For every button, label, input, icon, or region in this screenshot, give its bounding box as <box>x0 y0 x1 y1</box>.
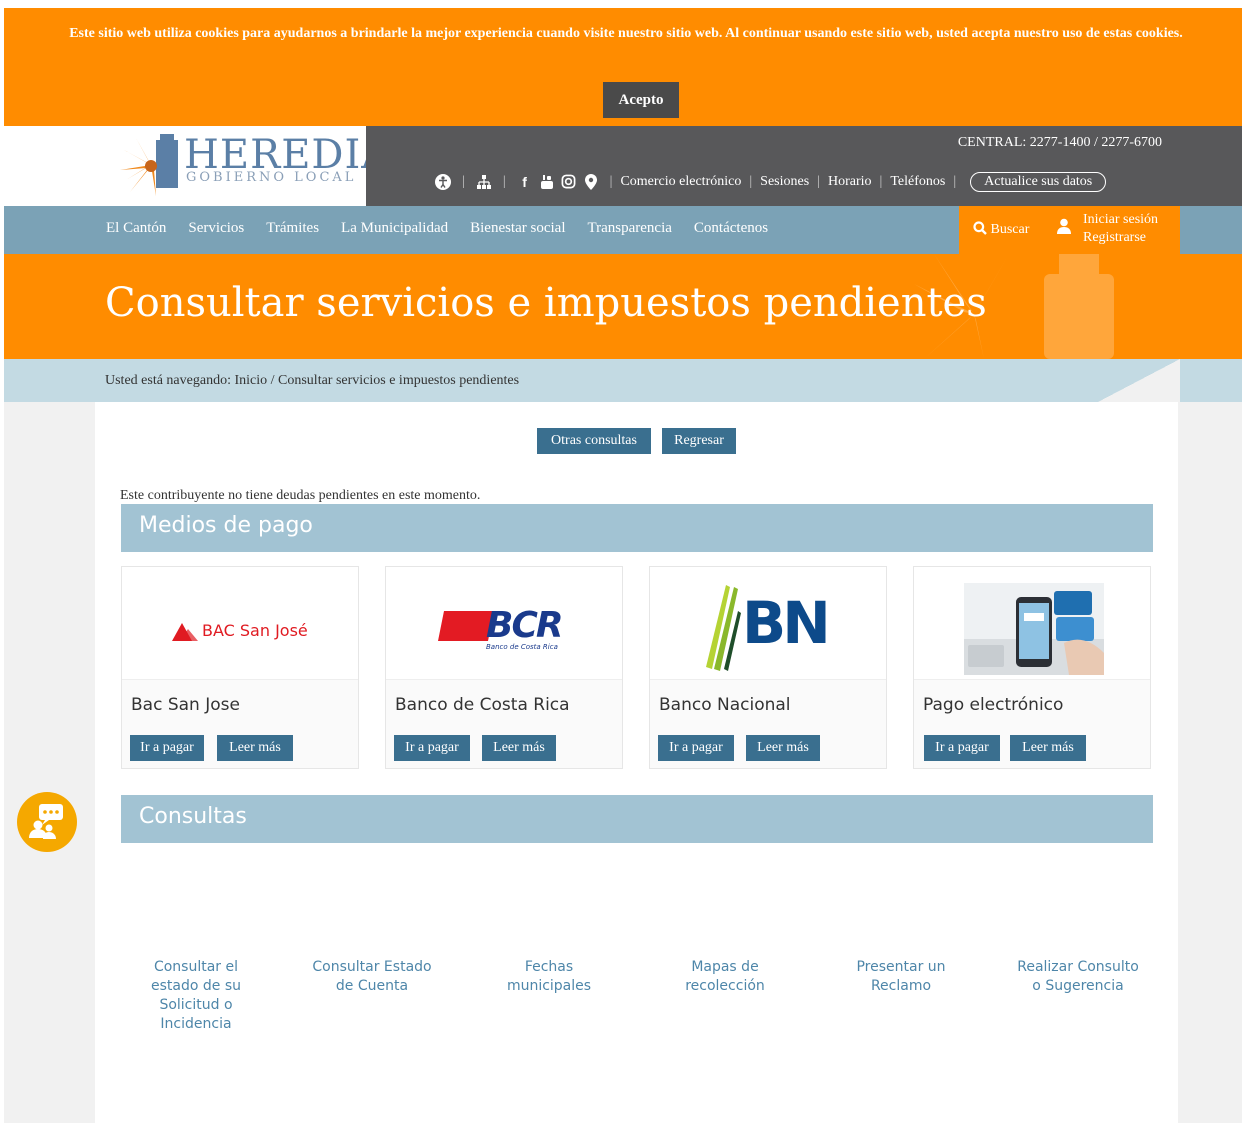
search-button[interactable]: Buscar <box>973 221 1029 238</box>
chat-support-icon <box>29 804 63 839</box>
cookie-banner: Este sitio web utiliza cookies para ayud… <box>4 8 1242 126</box>
divider: | <box>879 174 883 189</box>
site-logo[interactable]: HEREDIA GOBIERNO LOCAL <box>4 126 390 206</box>
card-name: Banco Nacional <box>659 695 791 715</box>
breadcrumb-separator: / <box>270 373 275 388</box>
card-name: Banco de Costa Rica <box>395 695 570 715</box>
electronic-payment-image <box>914 567 1150 680</box>
breadcrumb-current: Consultar servicios e impuestos pendient… <box>278 373 520 388</box>
header-bar: CENTRAL: 2277-1400 / 2277-6700 | | f | C… <box>366 126 1242 206</box>
divider: | <box>462 174 465 189</box>
instagram-icon[interactable] <box>561 174 577 190</box>
pay-button[interactable]: Ir a pagar <box>658 735 734 761</box>
nav-item-tramites[interactable]: Trámites <box>266 220 319 237</box>
link-comercio-electronico[interactable]: Comercio electrónico <box>620 174 741 190</box>
nav-item-el-canton[interactable]: El Cantón <box>106 220 166 237</box>
accessibility-icon[interactable] <box>435 174 451 190</box>
heredia-flower-icon <box>120 134 178 196</box>
nav-item-bienestar-social[interactable]: Bienestar social <box>470 220 565 237</box>
chat-button[interactable] <box>17 792 77 852</box>
facebook-icon[interactable]: f <box>517 174 533 190</box>
login-link[interactable]: Iniciar sesión <box>1083 211 1158 229</box>
youtube-icon[interactable] <box>539 174 555 190</box>
link-horario[interactable]: Horario <box>828 174 872 190</box>
bac-logo-text: BAC San José <box>202 621 308 640</box>
login-links: Iniciar sesión Registrarse <box>1083 211 1158 247</box>
pay-button[interactable]: Ir a pagar <box>924 735 1000 761</box>
link-sesiones[interactable]: Sesiones <box>760 174 809 190</box>
query-link-account-status[interactable]: Consultar Estado de Cuenta <box>307 958 437 996</box>
main-nav: El Cantón Servicios Trámites La Municipa… <box>4 206 1242 254</box>
search-label: Buscar <box>990 222 1030 237</box>
divider: | <box>953 174 957 189</box>
payment-section-title: Medios de pago <box>121 504 1153 552</box>
nav-item-la-municipalidad[interactable]: La Municipalidad <box>341 220 448 237</box>
bn-logo: BN <box>650 567 886 680</box>
bcr-logo-text: BCR <box>486 605 564 646</box>
nav-account-area: Buscar Iniciar sesión Registrarse <box>959 206 1180 254</box>
query-link-collection-maps[interactable]: Mapas de recolección <box>660 958 790 996</box>
bn-logo-text: BN <box>742 589 831 657</box>
divider: | <box>609 174 613 189</box>
pay-button[interactable]: Ir a pagar <box>130 735 204 761</box>
payment-card-bac: BAC San José Bac San Jose Ir a pagar Lee… <box>121 566 359 769</box>
breadcrumb-prefix: Usted está navegando: <box>105 373 231 388</box>
bn-mark-icon <box>706 585 741 671</box>
divider: | <box>817 174 820 189</box>
page-title: Consultar servicios e impuestos pendient… <box>105 280 987 326</box>
logo-subtext: GOBIERNO LOCAL <box>186 170 357 185</box>
link-telefonos[interactable]: Teléfonos <box>890 174 945 190</box>
back-button[interactable]: Regresar <box>662 428 736 454</box>
other-queries-button[interactable]: Otras consultas <box>537 428 651 454</box>
breadcrumb-wedge <box>1098 359 1180 402</box>
payment-card-bcr: BCR Banco de Costa Rica Banco de Costa R… <box>385 566 623 769</box>
cookie-message: Este sitio web utiliza cookies para ayud… <box>69 26 1183 41</box>
query-link-municipal-dates[interactable]: Fechas municipales <box>484 958 614 996</box>
query-link-complaint[interactable]: Presentar un Reclamo <box>836 958 966 996</box>
payment-card-bn: BN Banco Nacional Ir a pagar Leer más <box>649 566 887 769</box>
top-links: | | f | Comercio electrónico | Sesiones … <box>432 170 1107 194</box>
query-link-request-status[interactable]: Consultar el estado de su Solicitud o In… <box>131 958 261 1034</box>
search-icon <box>973 221 987 235</box>
nav-item-contactenos[interactable]: Contáctenos <box>694 220 768 237</box>
update-data-button[interactable]: Actualice sus datos <box>970 172 1107 192</box>
divider: | <box>502 174 506 189</box>
read-more-button[interactable]: Leer más <box>1010 735 1086 761</box>
user-icon <box>1057 218 1071 234</box>
register-link[interactable]: Registrarse <box>1083 229 1158 247</box>
location-icon[interactable] <box>583 174 599 190</box>
breadcrumb-home-link[interactable]: Inicio <box>234 373 267 388</box>
read-more-button[interactable]: Leer más <box>217 735 293 761</box>
payment-card-electronic: Pago electrónico Ir a pagar Leer más <box>913 566 1151 769</box>
page-hero: Consultar servicios e impuestos pendient… <box>4 254 1242 359</box>
queries-section-title: Consultas <box>121 795 1153 843</box>
bac-mark-icon <box>172 623 198 641</box>
query-link-suggestion[interactable]: Realizar Consulto o Sugerencia <box>1013 958 1143 996</box>
breadcrumb: Usted está navegando: Inicio / Consultar… <box>4 359 1242 402</box>
no-debt-notice: Este contribuyente no tiene deudas pendi… <box>120 488 481 503</box>
nav-item-transparencia[interactable]: Transparencia <box>588 220 672 237</box>
central-phone: CENTRAL: 2277-1400 / 2277-6700 <box>957 135 1162 150</box>
right-gutter <box>1178 402 1242 1123</box>
sitemap-icon[interactable] <box>476 174 492 190</box>
card-name: Bac San Jose <box>131 695 240 715</box>
read-more-button[interactable]: Leer más <box>746 735 820 761</box>
nav-item-servicios[interactable]: Servicios <box>188 220 244 237</box>
bcr-logo: BCR Banco de Costa Rica <box>386 567 622 680</box>
bcr-logo-subtext: Banco de Costa Rica <box>486 643 558 651</box>
divider: | <box>749 174 753 189</box>
pay-button[interactable]: Ir a pagar <box>394 735 470 761</box>
phone-card-illustration-icon <box>964 583 1104 675</box>
read-more-button[interactable]: Leer más <box>482 735 556 761</box>
bac-logo: BAC San José <box>122 567 358 680</box>
left-gutter <box>4 402 95 1123</box>
accept-cookies-button[interactable]: Acepto <box>603 82 679 118</box>
card-name: Pago electrónico <box>923 695 1064 715</box>
